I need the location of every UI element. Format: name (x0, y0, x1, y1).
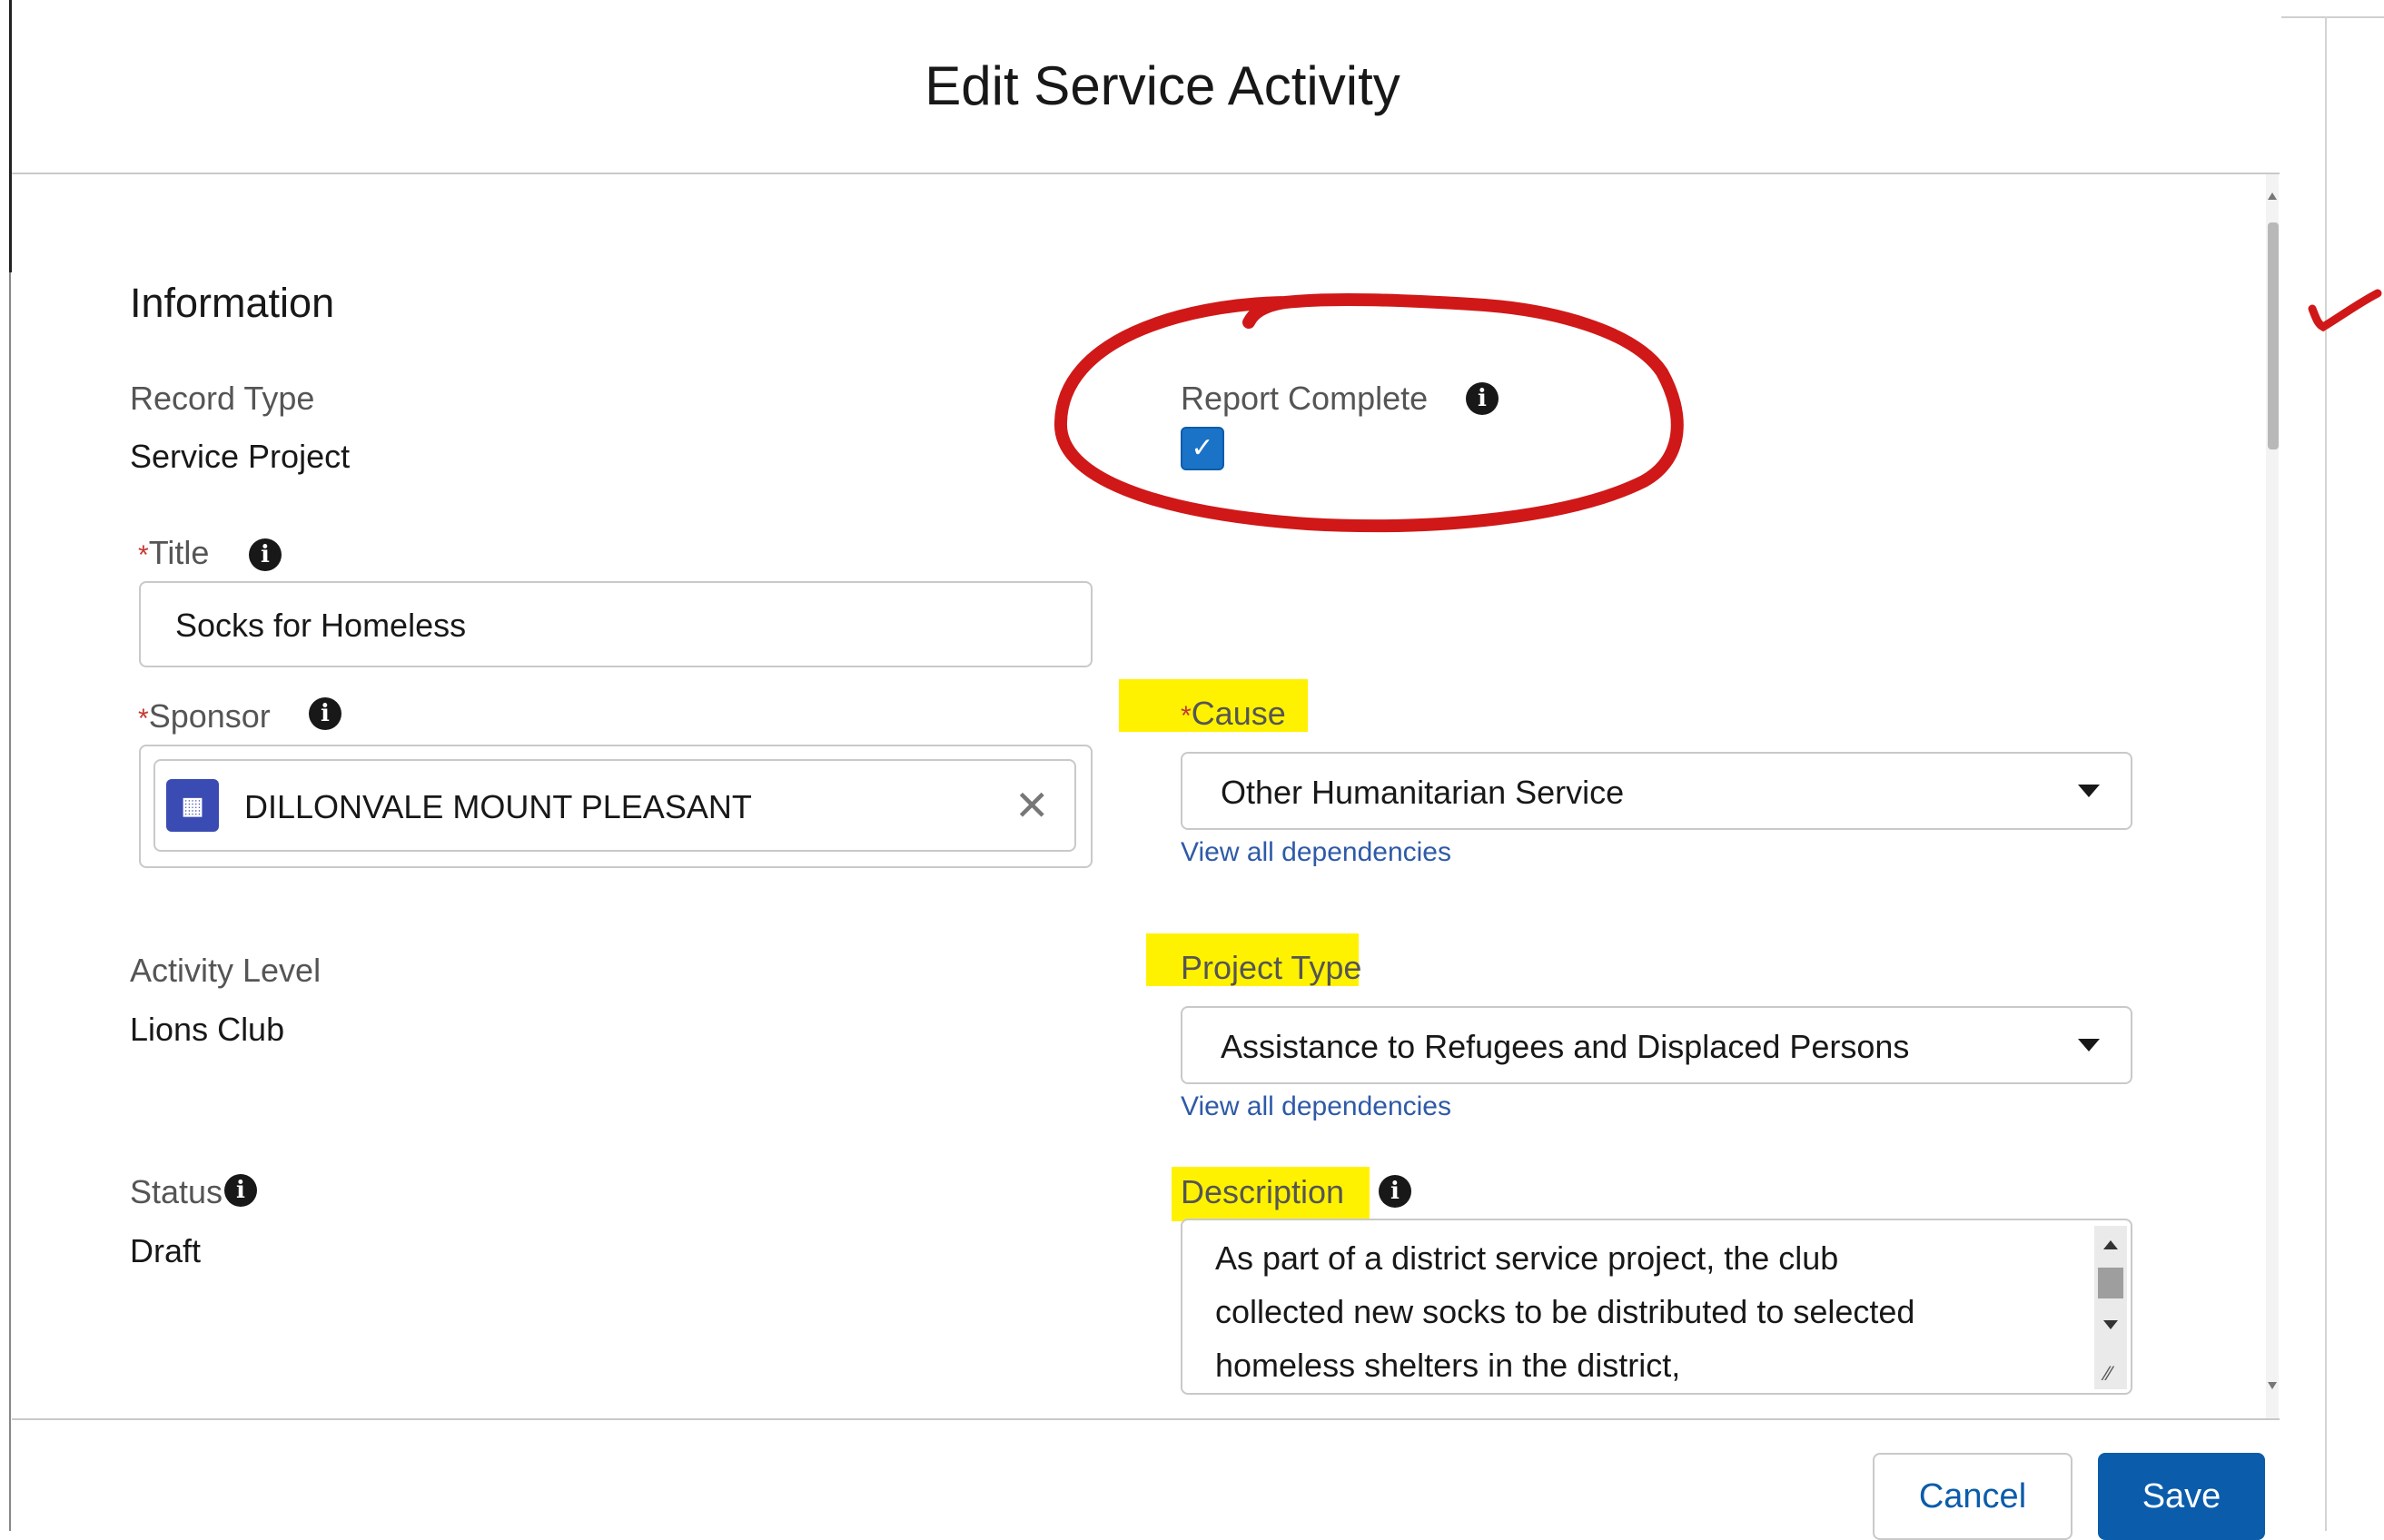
account-icon: ▦ (166, 779, 219, 832)
scroll-down-icon[interactable] (2268, 1382, 2277, 1389)
required-mark: * (1181, 701, 1192, 731)
section-title: Information (130, 280, 335, 326)
cancel-button[interactable]: Cancel (1873, 1453, 2072, 1540)
sponsor-label: *Sponsor (138, 697, 271, 735)
left-border-lower (9, 272, 11, 1531)
close-icon[interactable]: ✕ (1014, 785, 1050, 826)
title-input[interactable]: Socks for Homeless (139, 581, 1093, 667)
save-button[interactable]: Save (2098, 1453, 2265, 1540)
description-line: As part of a district service project, t… (1215, 1239, 1839, 1277)
cause-value: Other Humanitarian Service (1221, 774, 1625, 811)
modal-scrollbar-thumb[interactable] (2268, 222, 2279, 449)
chevron-down-icon (2078, 1039, 2100, 1051)
sponsor-lookup[interactable]: ▦ DILLONVALE MOUNT PLEASANT ✕ (139, 745, 1093, 868)
activity-level-label: Activity Level (130, 952, 321, 989)
status-label: Status (130, 1173, 223, 1210)
required-mark: * (138, 704, 149, 734)
project-type-select[interactable]: Assistance to Refugees and Displaced Per… (1181, 1006, 2132, 1084)
record-type-label: Record Type (130, 380, 315, 417)
project-type-value: Assistance to Refugees and Displaced Per… (1221, 1028, 1910, 1065)
description-scrollbar-thumb[interactable] (2098, 1268, 2123, 1298)
info-icon[interactable]: i (309, 697, 341, 730)
title-label: *Title (138, 534, 209, 572)
info-icon[interactable]: i (224, 1174, 257, 1207)
cause-label-text: Cause (1191, 695, 1286, 732)
description-line: homeless shelters in the district, (1215, 1347, 1681, 1384)
sponsor-pill[interactable]: ▦ DILLONVALE MOUNT PLEASANT ✕ (153, 759, 1076, 852)
description-line: collected new socks to be distributed to… (1215, 1293, 1915, 1330)
annotation-checkmark-stroke (2308, 289, 2382, 332)
chevron-down-icon (2078, 785, 2100, 797)
annotation-checkmark (2308, 289, 2382, 332)
modal-title: Edit Service Activity (925, 55, 1400, 116)
cause-select[interactable]: Other Humanitarian Service (1181, 752, 2132, 830)
cause-dependencies-link[interactable]: View all dependencies (1181, 837, 1451, 868)
description-scrollbar[interactable]: ⁄⁄ (2094, 1226, 2127, 1389)
cause-label: *Cause (1181, 695, 1286, 733)
info-icon[interactable]: i (249, 538, 282, 571)
project-type-label: Project Type (1181, 949, 1362, 986)
title-input-value: Socks for Homeless (175, 607, 467, 644)
record-type-value: Service Project (130, 438, 351, 475)
resize-handle-icon[interactable]: ⁄⁄ (2105, 1362, 2112, 1386)
scroll-up-icon[interactable] (2268, 192, 2277, 200)
annotation-circle (1054, 292, 1684, 533)
required-mark: * (138, 540, 149, 570)
activity-level-value: Lions Club (130, 1011, 285, 1048)
project-type-dependencies-link[interactable]: View all dependencies (1181, 1091, 1451, 1122)
status-value: Draft (130, 1232, 202, 1269)
description-textarea[interactable]: As part of a district service project, t… (1181, 1219, 2132, 1395)
sponsor-label-text: Sponsor (148, 697, 271, 735)
annotation-circle-stroke (1054, 292, 1684, 533)
scroll-down-icon[interactable] (2103, 1320, 2118, 1329)
title-label-text: Title (148, 534, 210, 571)
sponsor-value: DILLONVALE MOUNT PLEASANT (244, 788, 752, 825)
info-icon[interactable]: i (1379, 1175, 1411, 1208)
description-label: Description (1181, 1173, 1345, 1210)
scroll-up-icon[interactable] (2103, 1240, 2118, 1249)
modal-footer-divider (12, 1418, 2280, 1420)
right-frame-edge (2325, 16, 2327, 1531)
right-frame-top (2281, 16, 2384, 18)
